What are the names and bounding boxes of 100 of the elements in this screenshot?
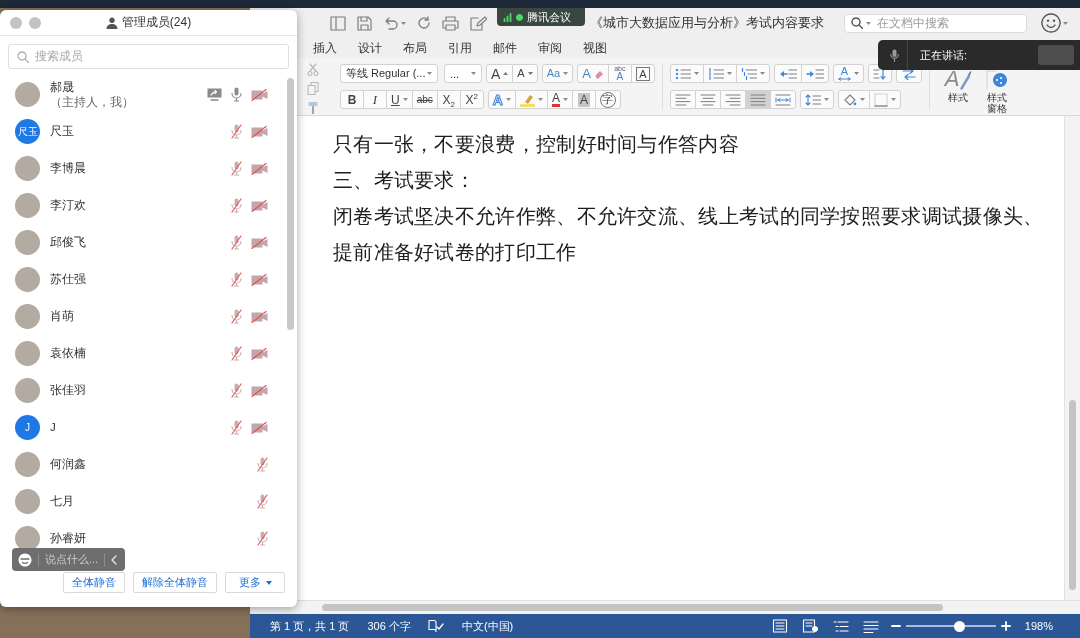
slider-thumb[interactable] [954, 620, 966, 632]
numbering-button[interactable] [702, 64, 737, 83]
plus-icon[interactable] [1000, 621, 1011, 631]
language-label[interactable]: 中文(中国) [461, 618, 514, 634]
justify-button[interactable] [744, 90, 771, 109]
borders-button[interactable] [868, 90, 901, 109]
muted-microphone-icon[interactable] [231, 383, 242, 398]
swap-arrows-icon [900, 67, 917, 80]
ribbon-tab[interactable]: 插入 [313, 40, 337, 56]
camera-off-icon[interactable] [251, 125, 268, 138]
meeting-badge[interactable]: 腾讯会议 [497, 8, 585, 26]
muted-microphone-icon[interactable] [231, 235, 242, 250]
muted-microphone-icon[interactable] [257, 531, 268, 546]
muted-microphone-icon[interactable] [231, 272, 242, 287]
bold-button[interactable]: B [340, 90, 364, 109]
microphone-icon[interactable] [231, 87, 242, 102]
font-size-dropdown[interactable]: ... [444, 64, 482, 83]
muted-microphone-icon[interactable] [231, 161, 242, 176]
style-pane-button[interactable]: 样式窗格 [985, 58, 1008, 115]
scrollbar-thumb[interactable] [287, 78, 294, 330]
enclose-character-button[interactable]: 字 [594, 90, 621, 109]
panel-action-button[interactable]: 解除全体静音 [133, 572, 217, 593]
superscript-button[interactable]: X$^{2}$ [459, 90, 484, 109]
font-color-button[interactable]: A [546, 90, 573, 109]
underline-button[interactable]: U [386, 90, 413, 109]
member-name: 张佳羽 [50, 383, 86, 398]
camera-off-icon[interactable] [251, 347, 268, 360]
paint-bucket-icon [842, 92, 857, 107]
panel-action-button[interactable]: 全体静音 [63, 572, 125, 593]
muted-microphone-icon[interactable] [231, 124, 242, 139]
scrollbar-thumb[interactable] [1069, 400, 1076, 590]
edit-document-icon[interactable] [470, 15, 487, 31]
clear-formatting-button[interactable]: A [577, 64, 609, 83]
ribbon-tab[interactable]: 邮件 [493, 40, 517, 56]
word-count[interactable]: 306 个字 [367, 618, 411, 634]
outline-view-icon[interactable] [832, 619, 849, 633]
camera-off-icon[interactable] [251, 236, 268, 249]
book-check-icon[interactable] [427, 619, 444, 633]
muted-microphone-icon[interactable] [257, 494, 268, 509]
decrease-indent-button[interactable] [773, 64, 802, 83]
muted-microphone-icon[interactable] [231, 309, 242, 324]
document-paragraph: 只有一张，不要浪费，控制好时间与作答内容 [333, 132, 740, 157]
redo-icon[interactable] [417, 16, 431, 30]
scissors-icon[interactable] [307, 63, 319, 76]
scrollbar-thumb[interactable] [322, 604, 943, 611]
line-spacing-button[interactable] [799, 90, 834, 109]
change-case-button[interactable]: Aa [541, 64, 574, 83]
distributed-button[interactable] [769, 90, 796, 109]
camera-off-icon[interactable] [251, 384, 268, 397]
save-icon[interactable] [357, 15, 372, 31]
asian-layout-button[interactable]: A [832, 64, 864, 83]
panel-title: 管理成员(24) [121, 14, 192, 31]
camera-off-icon[interactable] [251, 421, 268, 434]
avatar-placeholder [15, 230, 40, 255]
undo-icon[interactable] [383, 16, 399, 30]
ribbon-tab[interactable]: 视图 [583, 40, 607, 56]
muted-microphone-icon[interactable] [231, 420, 242, 435]
align-left-button[interactable] [669, 90, 696, 109]
align-center-button[interactable] [694, 90, 721, 109]
camera-off-icon[interactable] [251, 273, 268, 286]
camera-off-icon[interactable] [251, 162, 268, 175]
bullets-button[interactable] [669, 64, 704, 83]
muted-microphone-icon[interactable] [257, 457, 268, 472]
muted-microphone-icon[interactable] [231, 198, 242, 213]
smiley-face-icon[interactable] [1041, 13, 1061, 33]
ribbon-tab[interactable]: 引用 [448, 40, 472, 56]
avatar-placeholder [15, 267, 40, 292]
camera-off-icon[interactable] [251, 199, 268, 212]
highlight-button[interactable] [514, 90, 548, 109]
multilevel-list-button[interactable] [735, 64, 770, 83]
minimize-button[interactable] [29, 16, 41, 29]
draft-view-icon[interactable] [862, 619, 879, 633]
increase-indent-button[interactable] [800, 64, 829, 83]
ribbon-tab[interactable]: 审阅 [538, 40, 562, 56]
grow-font-button[interactable]: A [486, 64, 514, 83]
close-button[interactable] [10, 16, 22, 29]
ribbon-tab[interactable]: 设计 [358, 40, 382, 56]
print-layout-icon[interactable] [771, 619, 788, 633]
strikethrough-button[interactable]: abc [411, 90, 438, 109]
chevron-left-icon[interactable] [111, 554, 118, 565]
subscript-button[interactable]: X$_{2}$ [436, 90, 461, 109]
sidebar-icon[interactable] [330, 15, 346, 31]
camera-off-icon[interactable] [251, 88, 268, 101]
shading-button[interactable] [837, 90, 870, 109]
printer-icon[interactable] [442, 15, 459, 31]
align-right-button[interactable] [719, 90, 746, 109]
paintbrush-icon[interactable] [307, 101, 319, 115]
copy-icon[interactable] [307, 82, 319, 95]
web-layout-icon[interactable] [801, 619, 819, 633]
character-border-button[interactable]: A [630, 64, 655, 83]
panel-action-button[interactable]: 更多 [225, 572, 285, 593]
font-name-dropdown[interactable]: 等线 Regular (... [340, 64, 438, 83]
muted-microphone-icon[interactable] [231, 346, 242, 361]
shrink-font-button[interactable]: A [512, 64, 538, 83]
screen-share-icon[interactable] [207, 88, 222, 101]
camera-off-icon[interactable] [251, 310, 268, 323]
character-shading-button[interactable]: A [571, 90, 596, 109]
page-count[interactable]: 第 1 页，共 1 页 [270, 618, 350, 634]
ribbon-tab[interactable]: 布局 [403, 40, 427, 56]
italic-button[interactable]: I [363, 90, 387, 109]
